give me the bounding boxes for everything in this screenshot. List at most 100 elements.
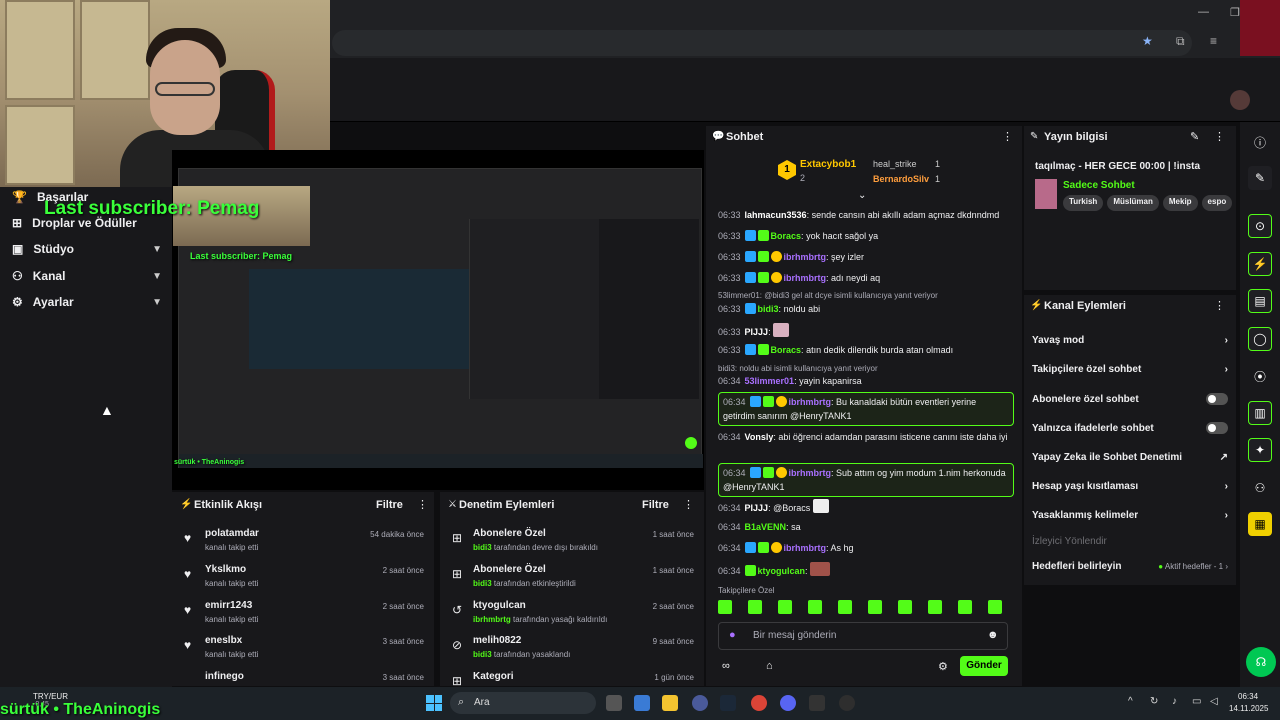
windows-start-icon[interactable] bbox=[426, 695, 442, 711]
avatar[interactable] bbox=[1230, 90, 1250, 110]
tag[interactable]: espo bbox=[1201, 195, 1233, 211]
steam-icon[interactable] bbox=[720, 695, 736, 711]
chat-message: 06:34 ktyogulcan: bbox=[718, 562, 1014, 578]
edit-icon[interactable]: ✎ bbox=[1190, 130, 1199, 143]
microphone-icon[interactable]: ● bbox=[729, 629, 736, 641]
heart-icon: ♥ bbox=[184, 567, 192, 581]
moderation-title: Denetim Eylemleri bbox=[459, 499, 555, 511]
app-icon[interactable] bbox=[692, 695, 708, 711]
sync-icon[interactable]: ↻ bbox=[1150, 696, 1158, 707]
activity-filter-button[interactable]: Filtre bbox=[376, 499, 403, 511]
banned-words-row[interactable]: Yasaklanmış kelimeler › bbox=[1032, 510, 1228, 521]
activity-feed-title: Etkinlik Akışı bbox=[194, 499, 263, 511]
info-icon[interactable]: ⓘ bbox=[1248, 130, 1272, 154]
top-gifter-name[interactable]: Extacybob1 bbox=[800, 159, 856, 170]
nav-item-channel[interactable]: ⚇ Kanal ▼ bbox=[12, 269, 162, 283]
clock-date[interactable]: 14.11.2025 bbox=[1229, 704, 1268, 713]
minimize-icon[interactable]: — bbox=[1198, 6, 1209, 18]
kebab-menu-icon[interactable]: ⋮ bbox=[417, 498, 428, 511]
clock-time[interactable]: 06:34 bbox=[1238, 692, 1258, 701]
subscribers-only-toggle[interactable] bbox=[1206, 393, 1228, 405]
kebab-menu-icon[interactable]: ⋮ bbox=[1214, 130, 1225, 143]
goals-row[interactable]: Hedefleri belirleyin ● Aktif hedefler - 1… bbox=[1032, 561, 1228, 572]
discord-icon[interactable] bbox=[780, 695, 796, 711]
clipboard-icon[interactable]: ▤ bbox=[1248, 289, 1272, 313]
tag[interactable]: Müslüman bbox=[1107, 195, 1159, 211]
support-icon[interactable]: ☊ bbox=[1246, 647, 1276, 677]
users-icon[interactable]: ⚇ bbox=[1248, 476, 1272, 500]
chat-bubble-icon[interactable]: ◯ bbox=[1248, 327, 1272, 351]
profile-avatar[interactable] bbox=[1240, 0, 1280, 56]
top-gifter-count: 2 bbox=[800, 173, 806, 183]
kebab-menu-icon[interactable]: ⋮ bbox=[1214, 299, 1225, 312]
ai-moderation-row[interactable]: Yapay Zeka ile Sohbet Denetimi ↗ bbox=[1032, 452, 1228, 463]
moderation-row: ⊞ Abonelere Özel bidi3 tarafından devre … bbox=[452, 528, 694, 552]
gift-icon: ⊞ bbox=[452, 567, 463, 581]
address-field[interactable] bbox=[332, 30, 1192, 56]
category-name[interactable]: Sadece Sohbet bbox=[1063, 180, 1135, 191]
chat-message: 06:33 PIJJJ: bbox=[718, 323, 1014, 339]
tag[interactable]: Mekip bbox=[1162, 195, 1198, 211]
obs-icon[interactable] bbox=[839, 695, 855, 711]
emoji-icon[interactable]: ☻ bbox=[987, 629, 999, 641]
broadcast-icon[interactable]: ⦿ bbox=[1248, 364, 1272, 388]
emotes-only-toggle[interactable] bbox=[1206, 422, 1228, 434]
activity-row: ♥ Ykslkmo kanalı takip etti 2 saat önce bbox=[184, 564, 424, 588]
chrome-icon[interactable] bbox=[751, 695, 767, 711]
wrench-icon[interactable]: ✦ bbox=[1248, 438, 1272, 462]
emote-bar[interactable] bbox=[718, 600, 1014, 616]
store-icon[interactable]: ⌂ bbox=[766, 660, 773, 672]
chevron-right-icon: › bbox=[1224, 481, 1228, 492]
calculator-icon[interactable] bbox=[634, 695, 650, 711]
lightning-icon: ⚡ bbox=[180, 499, 193, 510]
nav-item-settings[interactable]: ⚙ Ayarlar ▼ bbox=[12, 295, 162, 309]
camera-icon: ▣ bbox=[12, 242, 24, 256]
chevron-up-icon[interactable]: ^ bbox=[1128, 696, 1133, 707]
file-explorer-icon[interactable] bbox=[662, 695, 678, 711]
taskbar-search[interactable]: ⌕ Ara bbox=[450, 692, 596, 714]
task-view-icon[interactable] bbox=[606, 695, 622, 711]
site-header bbox=[330, 58, 1280, 122]
preview-video bbox=[249, 269, 469, 369]
restore-icon[interactable]: ❐ bbox=[1230, 6, 1240, 19]
account-age-row[interactable]: Hesap yaşı kısıtlaması › bbox=[1032, 481, 1228, 492]
reply-context: 53limmer01: @bidi3 gel alt dcye isimli k… bbox=[718, 291, 938, 300]
slow-mode-row[interactable]: Yavaş mod › bbox=[1032, 335, 1228, 346]
gifter-name[interactable]: BernardoSilv bbox=[873, 174, 929, 184]
lightning-icon[interactable]: ⚡ bbox=[1248, 252, 1272, 276]
shield-icon: ⚔ bbox=[448, 499, 457, 510]
volume-icon[interactable]: ◁ bbox=[1210, 696, 1218, 707]
epic-games-icon[interactable] bbox=[809, 695, 825, 711]
kebab-menu-icon[interactable]: ⋮ bbox=[683, 498, 694, 511]
extensions-icon[interactable]: ⧉ bbox=[1176, 34, 1185, 49]
nav-item-studio[interactable]: ▣ Stüdyo ▼ bbox=[12, 242, 162, 256]
category-thumbnail[interactable] bbox=[1035, 179, 1057, 209]
heart-icon: ♥ bbox=[184, 603, 192, 617]
kebab-menu-icon[interactable]: ⋮ bbox=[1002, 130, 1013, 143]
layout-icon[interactable]: ▥ bbox=[1248, 401, 1272, 425]
activity-row: infinego 3 saat önce bbox=[205, 671, 424, 682]
stream-title: taqılmaç - HER GECE 00:00 | !insta bbox=[1035, 161, 1201, 172]
preview-chat-bubble-icon bbox=[685, 437, 697, 449]
followers-only-row[interactable]: Takipçilere özel sohbet › bbox=[1032, 364, 1228, 375]
clapper-icon[interactable]: ▦ bbox=[1248, 512, 1272, 536]
chat-message: 06:34 ibrhmbrtg: As hg bbox=[718, 542, 854, 553]
moderation-row: ⊞ Kategori 1 gün önce bbox=[452, 671, 694, 686]
chat-input[interactable]: ● Bir mesaj gönderin ☻ bbox=[718, 622, 1008, 650]
bookmark-star-icon[interactable]: ★ bbox=[1142, 34, 1153, 48]
network-icon[interactable]: ▭ bbox=[1192, 696, 1201, 707]
gear-icon[interactable]: ⚙ bbox=[938, 660, 948, 673]
moderation-row: ↺ ktyogulcan ibrhmbrtg tarafından yasağı… bbox=[452, 600, 694, 624]
media-icon[interactable]: ≡ bbox=[1210, 34, 1217, 48]
moderation-row: ⊘ melih0822 bidi3 tarafından yasaklandı … bbox=[452, 635, 694, 659]
moderation-filter-button[interactable]: Filtre bbox=[642, 499, 669, 511]
microphone-icon[interactable]: ♪ bbox=[1172, 696, 1177, 707]
edit-icon[interactable]: ✎ bbox=[1248, 166, 1272, 190]
send-button[interactable]: Gönder bbox=[960, 656, 1008, 676]
infinity-icon[interactable]: ∞ bbox=[722, 660, 730, 672]
gifter-name[interactable]: heal_strike bbox=[873, 159, 917, 169]
chevron-down-icon[interactable]: ⌄ bbox=[858, 190, 866, 201]
target-icon[interactable]: ⊙ bbox=[1248, 214, 1272, 238]
chat-message: 06:33 Boracs: yok hacıt sağol ya bbox=[718, 230, 879, 241]
tag[interactable]: Turkish bbox=[1063, 195, 1104, 211]
